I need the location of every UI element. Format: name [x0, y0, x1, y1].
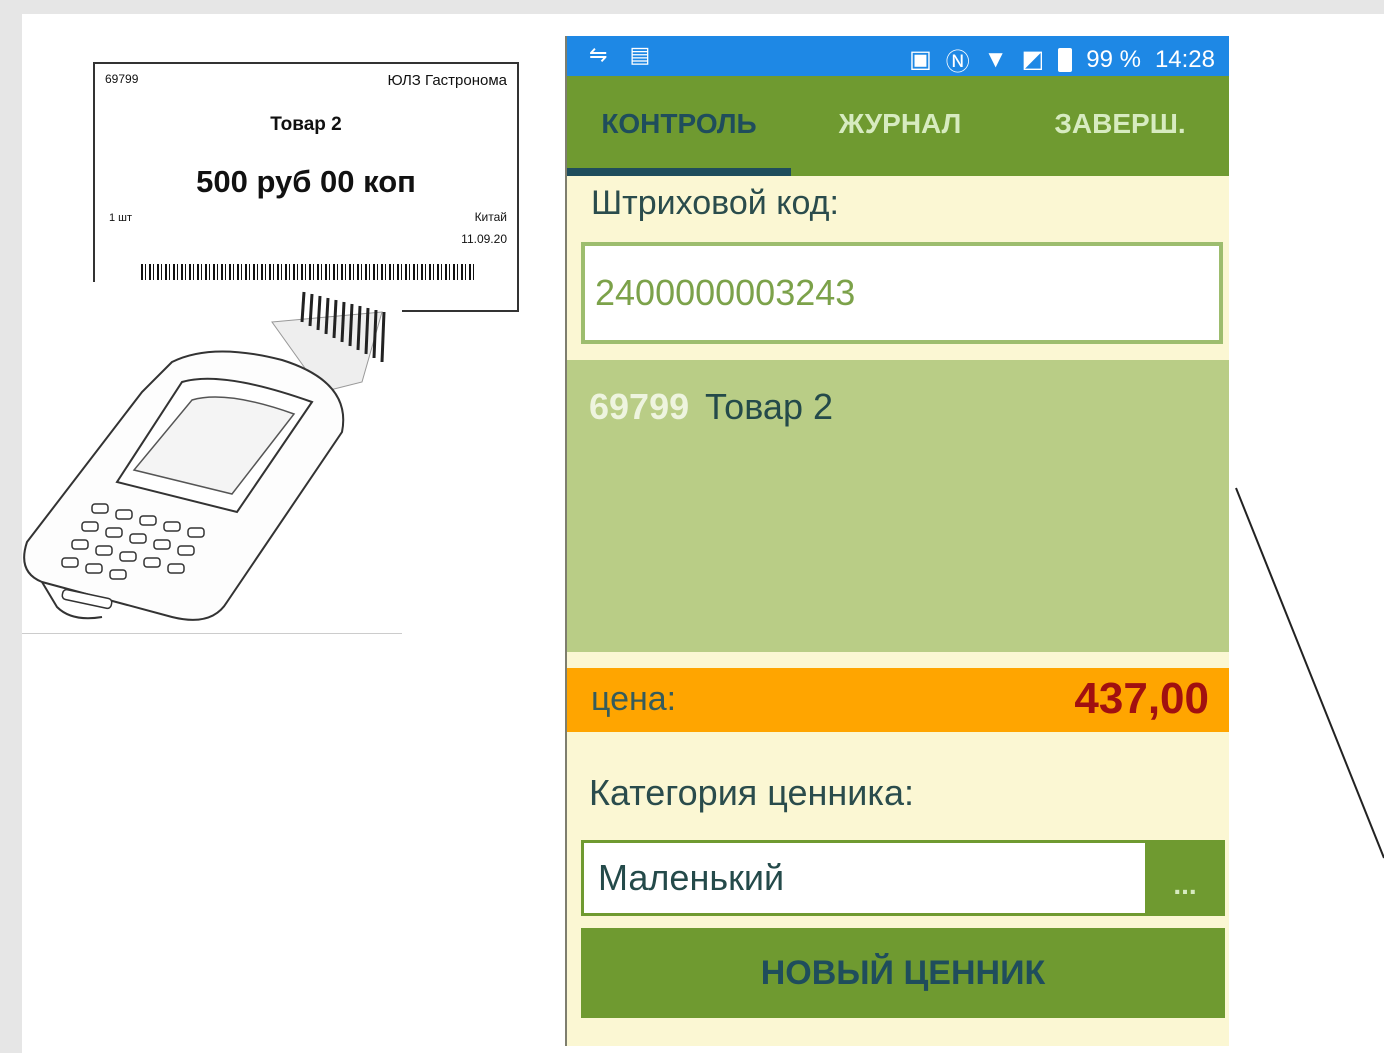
annotation-pointer-line [1235, 487, 1384, 859]
